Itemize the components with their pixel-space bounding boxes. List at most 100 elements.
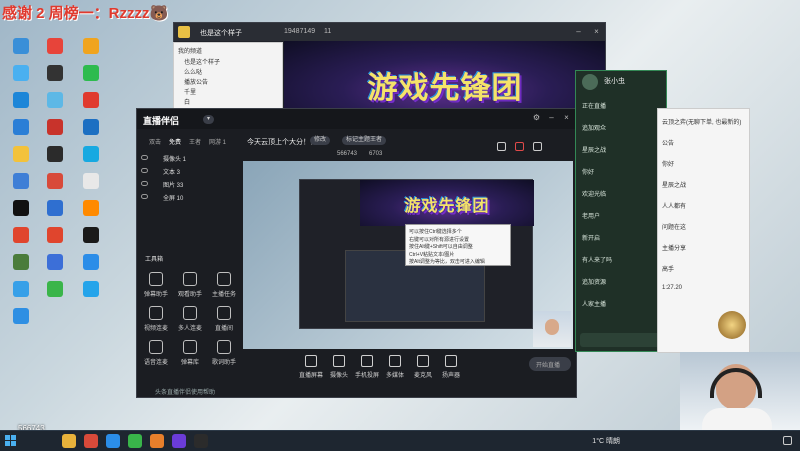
desktop-icon[interactable]	[72, 254, 110, 272]
desktop-icon[interactable]	[36, 119, 74, 137]
desktop-icon[interactable]	[2, 38, 40, 56]
desktop-icon[interactable]	[36, 254, 74, 272]
channel-item[interactable]: 播放公告	[184, 77, 208, 86]
desktop-icon[interactable]	[2, 308, 40, 326]
minimize-icon[interactable]: –	[574, 27, 583, 36]
eye-icon[interactable]	[141, 194, 148, 199]
desktop-icon[interactable]	[72, 92, 110, 110]
desktop-icon[interactable]	[72, 38, 110, 56]
windows-start-icon[interactable]	[5, 435, 16, 446]
tool-button[interactable]: 视频连麦	[141, 306, 171, 332]
start-live-button[interactable]: 开始直播	[529, 357, 571, 371]
eye-icon[interactable]	[141, 155, 148, 160]
close-icon[interactable]: ×	[562, 113, 571, 122]
desktop-icon[interactable]	[36, 65, 74, 83]
desktop-icon[interactable]	[2, 65, 40, 83]
bottom-tool-button[interactable]: 多媒体	[381, 355, 409, 379]
tool-button[interactable]: 歌词助手	[209, 340, 239, 366]
desktop-icon[interactable]	[36, 227, 74, 245]
channel-item[interactable]: 千里	[184, 87, 196, 96]
webcam-thumb	[533, 311, 571, 347]
tool-button[interactable]: 弹幕助手	[141, 272, 171, 298]
channel-item[interactable]: 么么哒	[184, 67, 202, 76]
account-badge[interactable]: ▾	[203, 115, 215, 124]
taskbar-app-icon[interactable]	[106, 434, 120, 448]
desktop-icon[interactable]	[36, 173, 74, 191]
tab-1[interactable]: 免费	[169, 137, 181, 146]
desktop-icon[interactable]	[2, 281, 40, 299]
desktop-icon[interactable]	[36, 281, 74, 299]
side-info-line: 1:27.20	[662, 285, 683, 291]
taskbar-app-icon[interactable]	[62, 434, 76, 448]
desktop-icon[interactable]	[72, 200, 110, 218]
desktop-icon[interactable]	[72, 65, 110, 83]
bottom-tool-button[interactable]: 摄像头	[325, 355, 353, 379]
app-icon	[83, 38, 99, 54]
tool-button[interactable]: 直播间	[209, 306, 239, 332]
tab-2[interactable]: 王者	[189, 137, 201, 146]
gift-icon[interactable]	[515, 142, 524, 151]
taskbar-app-icon[interactable]	[194, 434, 208, 448]
scene-row[interactable]: 文本 3	[141, 166, 237, 177]
home-icon[interactable]	[178, 26, 190, 38]
app-icon	[83, 119, 99, 135]
eye-icon[interactable]	[141, 181, 148, 186]
category-badge[interactable]: 标记主题王者	[342, 136, 387, 145]
tool-button[interactable]: 观看助手	[175, 272, 205, 298]
desktop-icon[interactable]	[2, 146, 40, 164]
desktop-icon[interactable]	[72, 281, 110, 299]
tab-0[interactable]: 双击	[149, 137, 161, 146]
desktop-icon[interactable]	[2, 227, 40, 245]
tab-3[interactable]: 网游 1	[209, 137, 226, 146]
bottom-tool-button[interactable]: 手机投屏	[353, 355, 381, 379]
desktop-icon[interactable]	[36, 200, 74, 218]
settings-gear-icon[interactable]: ⚙	[532, 113, 541, 122]
bottom-tool-icon	[305, 355, 317, 367]
scene-row[interactable]: 图片 33	[141, 179, 237, 190]
taskbar-app-icon[interactable]	[150, 434, 164, 448]
channel-panel[interactable]: 我的频道 也是这个样子 么么哒 播放公告 千里白	[173, 42, 283, 110]
chat-panel-window[interactable]: 张小虫 正在直播 追加观众 星辰之战 你好 欢迎光临 老用户 新开启 有人来了吗 追加资源 人家主…	[575, 70, 667, 352]
scene-row[interactable]: 摄像头 1	[141, 153, 237, 164]
scene-row[interactable]: 全屏 10	[141, 192, 237, 203]
desktop-icon[interactable]	[72, 146, 110, 164]
side-info-panel[interactable]: 云顶之弈(无聊下单, 也最新的) 公告 你好 星辰之战 人人都有 问题在这 主播分享 高手 1:…	[657, 108, 750, 353]
taskbar-app-icon[interactable]	[84, 434, 98, 448]
desktop-icon[interactable]	[2, 254, 40, 272]
bottom-tool-button[interactable]: 直播屏幕	[297, 355, 325, 379]
desktop-icon[interactable]	[2, 92, 40, 110]
taskbar-app-icon[interactable]	[172, 434, 186, 448]
close-icon[interactable]: ×	[592, 27, 601, 36]
tool-button[interactable]: 主播任务	[209, 272, 239, 298]
rank-emblem-icon	[718, 311, 746, 339]
share-icon[interactable]	[497, 142, 506, 151]
channel-item[interactable]: 白	[184, 97, 190, 106]
notification-icon[interactable]	[783, 436, 792, 445]
desktop-icon[interactable]	[72, 119, 110, 137]
desktop-icon[interactable]	[72, 227, 110, 245]
app-icon	[47, 119, 63, 135]
desktop-icon[interactable]	[36, 92, 74, 110]
tool-button[interactable]: 弹幕库	[175, 340, 205, 366]
chat-input[interactable]	[580, 333, 662, 347]
desktop-icon[interactable]	[2, 200, 40, 218]
bottom-tool-button[interactable]: 扬声器	[437, 355, 465, 379]
chat-line: 人家主播	[582, 302, 607, 308]
desktop-icon[interactable]	[36, 38, 74, 56]
desktop-icon[interactable]	[2, 119, 40, 137]
tool-button[interactable]: 语音连麦	[141, 340, 171, 366]
broadcaster-window[interactable]: 直播伴侣 ▾ ⚙ – × 双击 免费 王者 网游 1 今天云顶上个大分！！ 修改 标记…	[136, 108, 577, 398]
minimize-icon[interactable]: –	[547, 113, 556, 122]
more-icon[interactable]	[533, 142, 542, 151]
desktop-icon[interactable]	[72, 173, 110, 191]
tool-label: 歌词助手	[211, 360, 236, 366]
channel-item[interactable]: 也是这个样子	[184, 57, 220, 66]
edit-title-button[interactable]: 修改	[310, 136, 331, 145]
eye-icon[interactable]	[141, 168, 148, 173]
desktop-icon[interactable]	[36, 146, 74, 164]
help-footer[interactable]: 头条直播伴侣使用帮助	[155, 387, 215, 396]
desktop-icon[interactable]	[2, 173, 40, 191]
tool-button[interactable]: 多人连麦	[175, 306, 205, 332]
bottom-tool-button[interactable]: 麦克风	[409, 355, 437, 379]
taskbar-app-icon[interactable]	[128, 434, 142, 448]
